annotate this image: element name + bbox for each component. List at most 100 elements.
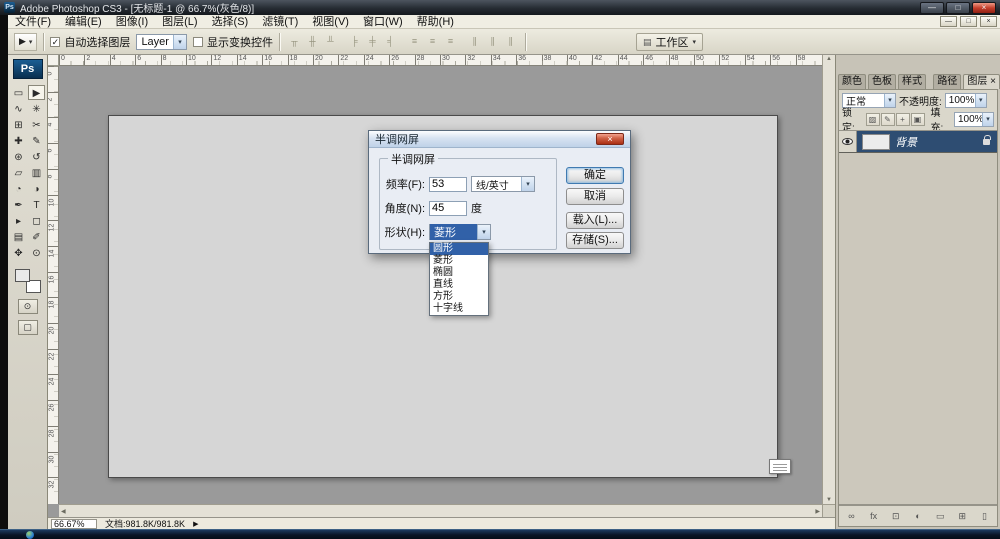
load-button[interactable]: 载入(L)... <box>566 212 624 229</box>
dialog-titlebar[interactable]: 半调网屏 × <box>369 131 630 148</box>
clone-stamp-tool[interactable]: ⊛ <box>10 149 27 164</box>
distribute-bottom-edges-icon[interactable]: ≡ <box>442 34 459 50</box>
menu-item-select[interactable]: 选择(S) <box>205 15 256 29</box>
dialog-close-button[interactable]: × <box>596 133 624 145</box>
type-tool[interactable]: T <box>28 197 45 212</box>
eraser-tool[interactable]: ▱ <box>10 165 27 180</box>
save-button[interactable]: 存储(S)... <box>566 232 624 249</box>
menu-item-view[interactable]: 视图(V) <box>305 15 356 29</box>
hand-tool[interactable]: ✥ <box>10 245 27 260</box>
layer-row[interactable]: 背景 <box>839 131 997 153</box>
scroll-down-icon[interactable]: ▼ <box>826 497 832 503</box>
align-vertical-centers-icon[interactable]: ╫ <box>304 34 321 50</box>
rectangular-marquee-tool[interactable]: ▭ <box>10 85 27 100</box>
align-top-edges-icon[interactable]: ╥ <box>286 34 303 50</box>
chevron-down-icon[interactable]: ▾ <box>521 177 534 191</box>
shape-option-circle[interactable]: 圆形 <box>430 243 488 255</box>
visibility-toggle[interactable] <box>839 131 857 152</box>
chevron-down-icon[interactable]: ▾ <box>477 225 490 239</box>
chevron-down-icon[interactable]: ▾ <box>974 93 986 107</box>
add-layer-mask-icon[interactable]: ⊡ <box>889 509 902 523</box>
crop-tool[interactable]: ⊞ <box>10 117 27 132</box>
slice-tool[interactable]: ✂ <box>28 117 45 132</box>
distribute-vertical-centers-icon[interactable]: ≡ <box>424 34 441 50</box>
document-minimize-button[interactable]: — <box>940 16 957 27</box>
screen-mode-button[interactable]: ▢ <box>17 320 38 335</box>
brush-tool[interactable]: ✎ <box>28 133 45 148</box>
align-horizontal-centers-icon[interactable]: ╪ <box>364 34 381 50</box>
menu-item-help[interactable]: 帮助(H) <box>410 15 461 29</box>
notes-tool[interactable]: ▤ <box>10 229 27 244</box>
eyedropper-tool[interactable]: ✐ <box>28 229 45 244</box>
horizontal-scrollbar[interactable]: ◀ ▶ <box>59 504 822 517</box>
workspace-button[interactable]: ▤ 工作区 ▾ <box>636 33 704 51</box>
healing-brush-tool[interactable]: ✚ <box>10 133 27 148</box>
lock-transparent-pixels-icon[interactable]: ▨ <box>865 112 880 126</box>
show-transform-option[interactable]: 显示变换控件 <box>192 34 273 50</box>
menu-item-window[interactable]: 窗口(W) <box>356 15 410 29</box>
maximize-button[interactable]: □ <box>946 1 970 14</box>
chevron-down-icon[interactable]: ▾ <box>982 112 993 126</box>
menu-item-filter[interactable]: 滤镜(T) <box>255 15 305 29</box>
horizontal-ruler[interactable]: 0 2 4 6 8 10 12 14 16 18 20 22 24 26 28 30 32 34 36 38 40 42 4… <box>59 55 822 66</box>
status-expander-icon[interactable]: ▶ <box>193 520 198 528</box>
taskbar[interactable] <box>0 529 1000 539</box>
document-close-button[interactable]: × <box>980 16 997 27</box>
chevron-down-icon[interactable]: ▾ <box>172 34 186 49</box>
lock-position-icon[interactable]: + <box>895 112 910 126</box>
menu-item-file[interactable]: 文件(F) <box>8 15 58 29</box>
document-restore-button[interactable]: □ <box>960 16 977 27</box>
lock-all-icon[interactable]: ▣ <box>910 112 925 126</box>
pen-tool[interactable]: ✒ <box>10 197 27 212</box>
shape-tool[interactable]: ◻ <box>28 213 45 228</box>
menu-item-image[interactable]: 图像(I) <box>109 15 155 29</box>
new-group-icon[interactable]: ▭ <box>934 509 947 523</box>
vertical-scrollbar[interactable]: ▲ ▼ <box>822 55 835 504</box>
distribute-right-edges-icon[interactable]: ∥ <box>502 34 519 50</box>
cancel-button[interactable]: 取消 <box>566 188 624 205</box>
path-selection-tool[interactable]: ▸ <box>10 213 27 228</box>
tab-styles[interactable]: 样式 <box>898 74 926 89</box>
fill-combo[interactable]: 100% ▾ <box>954 111 994 127</box>
distribute-horizontal-centers-icon[interactable]: ∥ <box>484 34 501 50</box>
auto-select-layer-option[interactable]: ✓ 自动选择图层 <box>50 34 130 50</box>
foreground-color-swatch[interactable] <box>14 269 30 282</box>
zoom-level-field[interactable]: 66.67% <box>51 518 97 529</box>
menu-item-layer[interactable]: 图层(L) <box>155 15 204 29</box>
blur-tool[interactable]: ◔ <box>10 181 27 196</box>
ok-button[interactable]: 确定 <box>566 167 624 184</box>
new-layer-icon[interactable]: ⊞ <box>956 509 969 523</box>
start-button[interactable] <box>26 531 34 539</box>
tool-preset-picker[interactable]: ▶ ▾ <box>14 32 38 51</box>
chevron-down-icon[interactable]: ▾ <box>884 93 895 107</box>
quick-mask-button[interactable]: ⊙ <box>17 299 38 314</box>
magic-wand-tool[interactable]: ✳ <box>28 101 45 116</box>
scroll-up-icon[interactable]: ▲ <box>826 56 832 62</box>
dodge-tool[interactable]: ◑ <box>28 181 45 196</box>
distribute-left-edges-icon[interactable]: ∥ <box>466 34 483 50</box>
delete-layer-icon[interactable]: ▯ <box>978 509 991 523</box>
new-adjustment-layer-icon[interactable]: ◐ <box>911 509 924 523</box>
align-bottom-edges-icon[interactable]: ╨ <box>322 34 339 50</box>
align-left-edges-icon[interactable]: ╞ <box>346 34 363 50</box>
move-tool[interactable]: ▶ <box>28 85 45 100</box>
layer-style-icon[interactable]: fx <box>867 509 880 523</box>
lasso-tool[interactable]: ∿ <box>10 101 27 116</box>
auto-select-checkbox[interactable]: ✓ <box>50 36 61 47</box>
scroll-left-icon[interactable]: ◀ <box>61 508 66 515</box>
tab-close-icon[interactable]: × <box>987 76 996 87</box>
tab-swatches[interactable]: 色板 <box>868 74 896 89</box>
angle-input[interactable] <box>429 200 467 216</box>
gradient-tool[interactable]: ▥ <box>28 165 45 180</box>
close-button[interactable]: × <box>972 1 996 14</box>
link-layers-icon[interactable]: ∞ <box>845 509 858 523</box>
history-brush-tool[interactable]: ↺ <box>28 149 45 164</box>
tab-layers[interactable]: 图层 × <box>963 74 1000 89</box>
shape-option-square[interactable]: 方形 <box>430 291 488 303</box>
scroll-right-icon[interactable]: ▶ <box>815 508 820 515</box>
vertical-ruler[interactable]: 02468101214161820222426283032 <box>48 66 59 504</box>
minimize-button[interactable]: — <box>920 1 944 14</box>
frequency-unit-combo[interactable]: 线/英寸 ▾ <box>471 176 535 192</box>
zoom-tool[interactable]: ⊙ <box>28 245 45 260</box>
shape-option-cross[interactable]: 十字线 <box>430 303 488 315</box>
